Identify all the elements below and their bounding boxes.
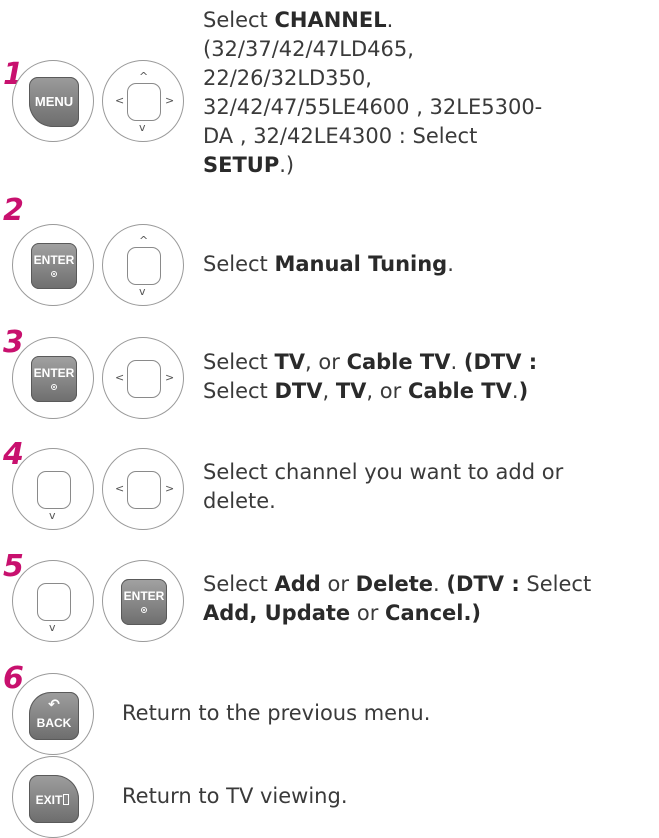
exit-key-icon: EXIT xyxy=(29,775,79,823)
text: Select xyxy=(519,572,592,596)
arrow-left-icon: < xyxy=(115,482,125,495)
enter-key-label: ENTER xyxy=(33,366,75,380)
bold-text: TV xyxy=(274,350,306,374)
navigation-pad-icon xyxy=(127,471,161,509)
text: . xyxy=(433,572,447,596)
text: . xyxy=(447,252,454,276)
text: Select xyxy=(203,8,275,32)
bold-text: Cable TV xyxy=(346,350,451,374)
arrow-left-icon: < xyxy=(115,371,125,384)
text: delete. xyxy=(203,489,276,513)
arrow-down-icon: v xyxy=(49,509,56,522)
text: , or xyxy=(366,379,408,403)
arrow-down-icon: v xyxy=(49,621,56,634)
text: or xyxy=(320,572,356,596)
bold-text: TV xyxy=(335,379,367,403)
navigation-pad-icon xyxy=(127,83,161,121)
navigation-pad-circle: < > xyxy=(102,448,184,530)
text: 22/26/32LD350, xyxy=(203,66,372,90)
text: . xyxy=(511,379,519,403)
back-button-circle: ↶ BACK xyxy=(12,673,94,755)
bold-text: (DTV : xyxy=(463,350,538,374)
navigation-pad-icon xyxy=(127,360,161,398)
step-3-description: Select TV, or Cable TV. (DTV : Select DT… xyxy=(203,348,653,406)
step-4-description: Select channel you want to add or delete… xyxy=(203,458,653,516)
step-exit-description: Return to TV viewing. xyxy=(122,782,572,811)
text: 32/42/47/55LE4600 , 32LE5300- xyxy=(203,95,543,119)
arrow-down-icon: v xyxy=(139,121,146,134)
bold-text: Cancel.) xyxy=(385,601,482,625)
text: .) xyxy=(279,153,295,177)
enter-dot-icon xyxy=(141,607,147,613)
text: , or xyxy=(305,350,347,374)
bold-text: Add, Update xyxy=(203,601,351,625)
arrow-right-icon: > xyxy=(165,371,175,384)
back-arrow-icon: ↶ xyxy=(48,697,60,713)
enter-key-label: ENTER xyxy=(123,589,165,603)
navigation-pad-icon xyxy=(37,471,71,509)
exit-button-circle: EXIT xyxy=(12,756,94,838)
navigation-pad-circle: v xyxy=(12,560,94,642)
arrow-right-icon: > xyxy=(165,482,175,495)
navigation-pad-circle: < > xyxy=(102,337,184,419)
enter-dot-icon xyxy=(51,271,57,277)
bold-text: Delete xyxy=(355,572,434,596)
text: Select xyxy=(203,350,275,374)
bold-text: Cable TV xyxy=(407,379,512,403)
enter-dot-icon xyxy=(51,384,57,390)
menu-button-circle: MENU xyxy=(12,60,94,142)
bold-text: DTV xyxy=(274,379,323,403)
text: Select xyxy=(203,379,275,403)
arrow-left-icon: < xyxy=(115,94,125,107)
enter-key-icon: ENTER xyxy=(31,356,77,402)
navigation-pad-icon xyxy=(37,583,71,621)
arrow-up-icon: ^ xyxy=(139,234,149,247)
arrow-down-icon: v xyxy=(139,285,146,298)
bold-text: ) xyxy=(518,379,529,403)
enter-key-icon: ENTER xyxy=(31,243,77,289)
back-key-icon: ↶ BACK xyxy=(29,692,79,740)
step-number-2: 2 xyxy=(3,193,24,228)
text: Select channel you want to add or xyxy=(203,460,564,484)
bold-text: CHANNEL xyxy=(274,8,387,32)
menu-key-icon: MENU xyxy=(29,77,79,127)
text: , xyxy=(322,379,336,403)
navigation-pad-circle: ^ v xyxy=(102,224,184,306)
step-1-description: Select CHANNEL. (32/37/42/47LD465, 22/26… xyxy=(203,6,653,180)
navigation-pad-icon xyxy=(127,247,161,285)
enter-button-circle: ENTER xyxy=(12,224,94,306)
text: . xyxy=(386,8,394,32)
bold-text: Manual Tuning xyxy=(274,252,448,276)
enter-key-label: ENTER xyxy=(33,253,75,267)
arrow-right-icon: > xyxy=(165,94,175,107)
navigation-pad-circle: v xyxy=(12,448,94,530)
bold-text: (DTV : xyxy=(446,572,520,596)
text: or xyxy=(350,601,386,625)
text: . xyxy=(450,350,464,374)
step-6-description: Return to the previous menu. xyxy=(122,699,572,728)
bold-text: Add xyxy=(274,572,321,596)
navigation-pad-circle: ^ v < > xyxy=(102,60,184,142)
step-5-description: Select Add or Delete. (DTV : Select Add,… xyxy=(203,570,653,628)
back-key-label: BACK xyxy=(36,716,72,730)
enter-button-circle: ENTER xyxy=(102,560,184,642)
enter-button-circle: ENTER xyxy=(12,337,94,419)
text: Select xyxy=(203,252,275,276)
enter-key-icon: ENTER xyxy=(121,579,167,625)
menu-key-label: MENU xyxy=(34,94,74,109)
step-2-description: Select Manual Tuning. xyxy=(203,250,653,279)
text: Return to TV viewing. xyxy=(122,784,348,808)
exit-door-icon xyxy=(63,794,69,805)
arrow-up-icon: ^ xyxy=(139,70,149,83)
text: DA , 32/42LE4300 : Select xyxy=(203,124,478,148)
text: Select xyxy=(203,572,275,596)
text: (32/37/42/47LD465, xyxy=(203,37,414,61)
text: Return to the previous menu. xyxy=(122,701,431,725)
bold-text: SETUP xyxy=(203,153,280,177)
exit-key-label: EXIT xyxy=(35,793,63,807)
